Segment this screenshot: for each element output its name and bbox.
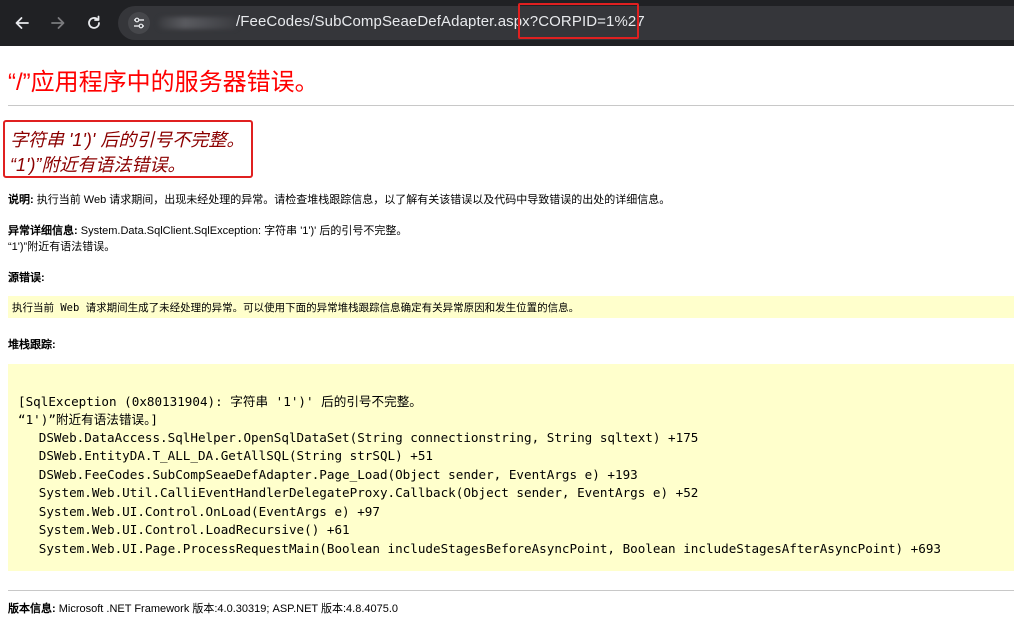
stack-line: DSWeb.EntityDA.T_ALL_DA.GetAllSQL(String… [16,448,434,463]
divider [8,105,1014,106]
exception-label: 异常详细信息: [8,225,78,237]
stack-line: DSWeb.FeeCodes.SubCompSeaeDefAdapter.Pag… [16,467,638,482]
url-query-highlight-box [518,3,639,39]
exception-details-line-2: “1')”附近有语法错误。 [8,241,116,253]
stack-line: “1')”附近有语法错误。] [18,412,158,427]
exception-text: System.Data.SqlClient.SqlException: 字符串 … [77,225,408,237]
tune-icon [134,17,144,29]
arrow-left-icon [15,17,29,29]
divider [8,590,1014,591]
arrow-right-icon [51,17,65,29]
redacted-host [158,17,238,29]
stack-line: System.Web.UI.Control.OnLoad(EventArgs e… [16,504,380,519]
stack-line: DSWeb.DataAccess.SqlHelper.OpenSqlDataSe… [16,430,699,445]
description-label: 说明: [8,194,34,206]
description: 说明: 执行当前 Web 请求期间，出现未经处理的异常。请检查堆栈跟踪信息，以了… [8,191,670,207]
stack-trace-label-text: 堆栈跟踪: [8,339,56,351]
source-error-text: 执行当前 Web 请求期间生成了未经处理的异常。可以使用下面的异常堆栈跟踪信息确… [12,302,580,314]
source-error-label-text: 源错误: [8,272,45,284]
error-message-line-1: 字符串 '1')' 后的引号不完整。 [10,130,245,150]
source-error-box: 执行当前 Web 请求期间生成了未经处理的异常。可以使用下面的异常堆栈跟踪信息确… [8,296,1014,318]
stack-line: System.Web.Util.CalliEventHandlerDelegat… [16,485,699,500]
back-button[interactable] [8,9,36,37]
site-info-button[interactable] [128,12,150,34]
version-info: 版本信息: Microsoft .NET Framework 版本:4.0.30… [8,600,398,616]
exception-details: 异常详细信息: System.Data.SqlClient.SqlExcepti… [8,222,407,238]
browser-toolbar: /FeeCodes/SubCompSeaeDefAdapter.aspx?COR… [0,0,1014,46]
version-text: Microsoft .NET Framework 版本:4.0.30319; A… [55,603,399,615]
stack-line: [SqlException (0x80131904): 字符串 '1')' 后的… [18,394,422,409]
forward-button[interactable] [44,9,72,37]
reload-icon [88,15,100,29]
stack-line: System.Web.UI.Page.ProcessRequestMain(Bo… [16,541,942,556]
stack-trace-label: 堆栈跟踪: [8,336,56,352]
version-label: 版本信息: [8,603,56,615]
reload-button[interactable] [80,9,108,37]
page-title: “/”应用程序中的服务器错误。 [8,69,319,96]
source-error-label: 源错误: [8,269,45,285]
description-text: 执行当前 Web 请求期间，出现未经处理的异常。请检查堆栈跟踪信息，以了解有关该… [33,194,671,206]
error-message-line-2: “1')”附近有语法错误。 [10,155,186,175]
stack-line: System.Web.UI.Control.LoadRecursive() +6… [16,522,350,537]
url-path: /FeeCodes/SubCompSeaeDefAdapter.aspx [236,13,530,30]
stack-trace-box: [SqlException (0x80131904): 字符串 '1')' 后的… [8,364,1014,571]
